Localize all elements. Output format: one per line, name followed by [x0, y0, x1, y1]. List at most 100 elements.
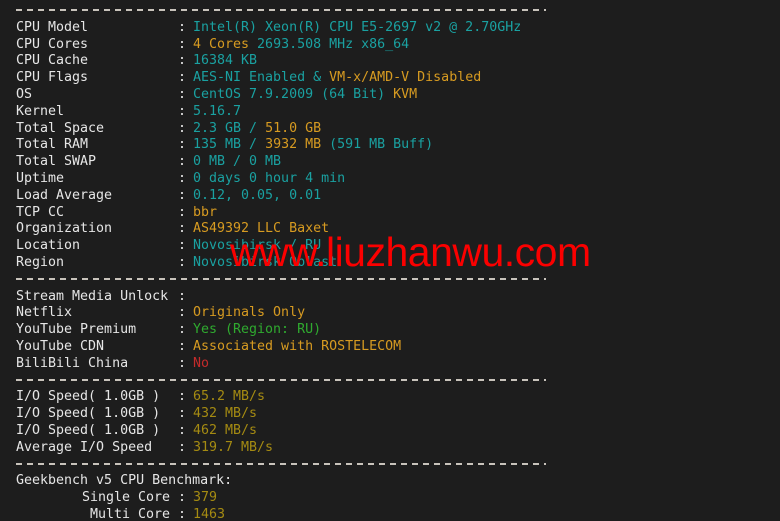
value-ram-buff: (591 MB Buff) [321, 137, 434, 153]
value-io-speed-3: 462 MB/s [193, 422, 258, 438]
label-cpu-cores: CPU Cores [16, 36, 89, 52]
colon: : [178, 305, 187, 321]
label-cpu-cache: CPU Cache [16, 53, 89, 69]
colon: : [178, 103, 187, 119]
dashed-rule [16, 378, 546, 381]
colon: : [178, 137, 187, 153]
colon: : [178, 86, 187, 102]
colon: : [178, 422, 187, 438]
value-io-speed-2: 432 MB/s [193, 406, 258, 422]
label-io-speed-3: I/O Speed( 1.0GB ) [16, 422, 161, 438]
value-vmx: VM-x/AMD-V Disabled [329, 70, 482, 86]
row-geekbench-multi-core: Multi Core : 1463 [0, 507, 225, 521]
row-io-speed-1: I/O Speed( 1.0GB ) : 65.2 MB/s [0, 389, 265, 406]
separator-geekbench [0, 457, 546, 474]
value-cpu-cores-count: 4 Cores [193, 36, 250, 52]
row-total-swap: Total SWAP : 0 MB / 0 MB [0, 154, 281, 171]
label-multi-core: Multi Core [89, 506, 170, 521]
colon: : [178, 355, 187, 371]
label-io-speed-2: I/O Speed( 1.0GB ) [16, 406, 161, 422]
colon: : [178, 53, 187, 69]
label-total-space: Total Space [16, 120, 105, 136]
colon: : [178, 506, 187, 521]
label-uptime: Uptime [16, 170, 65, 186]
row-io-speed-average: Average I/O Speed : 319.7 MB/s [0, 440, 273, 457]
separator-top [0, 3, 546, 20]
label-organization: Organization [16, 221, 113, 237]
dashed-rule [16, 9, 546, 11]
row-cpu-model: CPU Model : Intel(R) Xeon(R) CPU E5-2697… [0, 20, 521, 37]
value-youtube-premium: Yes (Region: RU) [193, 322, 322, 338]
value-bilibili-china: No [193, 355, 210, 371]
row-netflix: Netflix : Originals Only [0, 305, 305, 322]
value-total-space: 2.3 GB / 51.0 GB [193, 121, 321, 138]
value-cpu-cores-detail: 2693.508 MHz x86_64 [249, 36, 410, 52]
value-space-used: 2.3 GB / [193, 120, 266, 136]
value-location: Novosibirsk / RU [193, 238, 322, 254]
dashed-rule [16, 277, 546, 280]
label-region: Region [16, 254, 65, 270]
label-io-speed-1: I/O Speed( 1.0GB ) [16, 389, 161, 405]
label-load-average: Load Average [16, 187, 113, 203]
row-youtube-premium: YouTube Premium : Yes (Region: RU) [0, 322, 321, 339]
label-total-swap: Total SWAP [16, 154, 97, 170]
row-load-average: Load Average : 0.12, 0.05, 0.01 [0, 188, 321, 205]
colon: : [178, 70, 187, 86]
colon: : [178, 322, 187, 338]
value-youtube-cdn: Associated with ROSTELECOM [193, 338, 402, 354]
value-cpu-cores: 4 Cores 2693.508 MHz x86_64 [193, 37, 409, 54]
label-io-speed-average: Average I/O Speed [16, 439, 153, 455]
value-region: Novosibirsk Oblast [193, 254, 338, 270]
row-geekbench-single-core: Single Core : 379 [0, 490, 217, 507]
terminal-output: CPU Model : Intel(R) Xeon(R) CPU E5-2697… [0, 0, 546, 521]
colon: : [178, 187, 187, 203]
value-io-speed-1: 65.2 MB/s [193, 389, 266, 405]
row-geekbench-title: Geekbench v5 CPU Benchmark: [0, 473, 232, 490]
label-bilibili-china: BiliBili China [16, 355, 129, 371]
value-ram-total: 3932 MB [265, 137, 322, 153]
row-cpu-flags: CPU Flags : AES-NI Enabled & VM-x/AMD-V … [0, 70, 481, 87]
value-single-core: 379 [193, 490, 218, 506]
value-cpu-cache: 16384 KB [193, 53, 258, 69]
label-single-core: Single Core [81, 490, 170, 506]
value-load-average: 0.12, 0.05, 0.01 [193, 187, 322, 203]
colon: : [178, 389, 187, 405]
row-total-ram: Total RAM : 135 MB / 3932 MB (591 MB Buf… [0, 137, 433, 154]
colon: : [178, 120, 187, 136]
value-tcp-cc: bbr [193, 204, 218, 220]
label-netflix: Netflix [16, 305, 73, 321]
value-aesni: AES-NI Enabled [193, 70, 306, 86]
colon: : [178, 204, 187, 220]
colon: : [178, 288, 187, 304]
row-io-speed-2: I/O Speed( 1.0GB ) : 432 MB/s [0, 406, 257, 423]
label-tcp-cc: TCP CC [16, 204, 65, 220]
value-multi-core: 1463 [193, 506, 226, 521]
value-os: CentOS 7.9.2009 (64 Bit) KVM [193, 87, 417, 104]
row-cpu-cores: CPU Cores : 4 Cores 2693.508 MHz x86_64 [0, 37, 409, 54]
label-cpu-model: CPU Model [16, 19, 89, 35]
separator-stream [0, 272, 546, 289]
value-organization: AS49392 LLC Baxet [193, 221, 330, 237]
colon: : [178, 36, 187, 52]
row-bilibili-china: BiliBili China : No [0, 356, 209, 373]
value-os-virt: KVM [385, 86, 418, 102]
row-region: Region : Novosibirsk Oblast [0, 255, 337, 272]
row-stream-media-header: Stream Media Unlock : [0, 289, 186, 306]
row-uptime: Uptime : 0 days 0 hour 4 min [0, 171, 345, 188]
value-flags-sep: & [305, 70, 330, 86]
value-cpu-flags: AES-NI Enabled & VM-x/AMD-V Disabled [193, 70, 481, 87]
value-total-ram: 135 MB / 3932 MB (591 MB Buff) [193, 137, 433, 154]
label-geekbench-title: Geekbench v5 CPU Benchmark: [16, 473, 233, 489]
label-youtube-cdn: YouTube CDN [16, 338, 105, 354]
separator-io [0, 373, 546, 390]
label-total-ram: Total RAM [16, 137, 89, 153]
value-ram-used: 135 MB / [193, 137, 266, 153]
value-space-total: 51.0 GB [265, 120, 322, 136]
row-os: OS : CentOS 7.9.2009 (64 Bit) KVM [0, 86, 417, 104]
row-youtube-cdn: YouTube CDN : Associated with ROSTELECOM [0, 339, 401, 356]
label-os: OS [16, 86, 33, 102]
dashed-rule [16, 462, 546, 465]
value-io-speed-average: 319.7 MB/s [193, 439, 274, 455]
row-total-space: Total Space : 2.3 GB / 51.0 GB [0, 121, 321, 138]
value-netflix: Originals Only [193, 305, 306, 321]
